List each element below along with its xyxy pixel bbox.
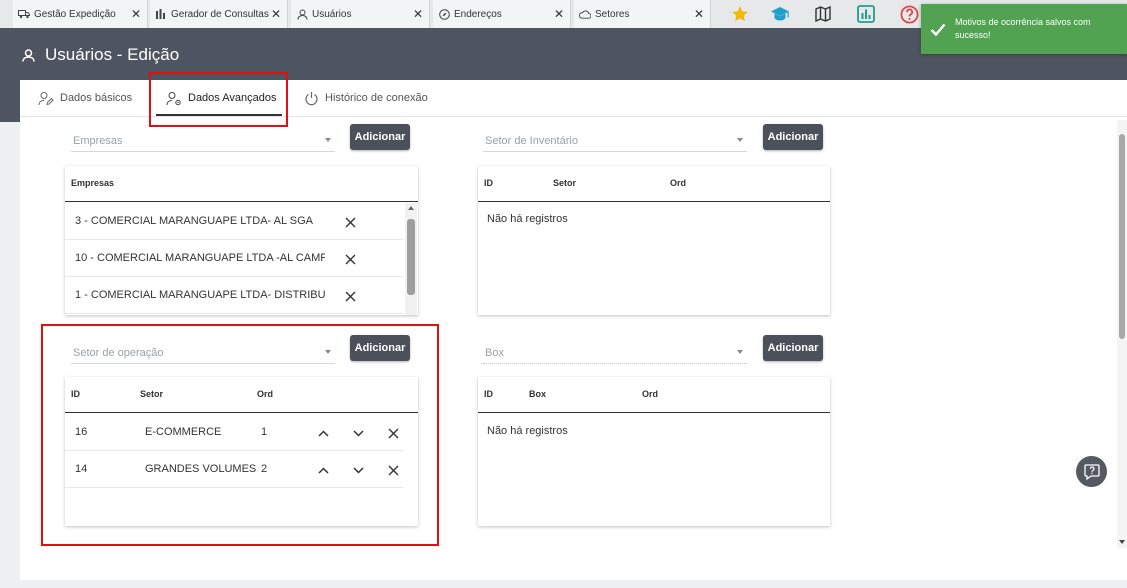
- check-icon: [921, 23, 955, 36]
- toast-line: sucesso!: [955, 30, 991, 40]
- empresas-table: Empresas 3 - COMERCIAL MARANGUAPE LTDA- …: [65, 166, 418, 315]
- user-edit-icon: [38, 91, 54, 105]
- box-table: ID Box Ord Não há registros: [478, 377, 830, 526]
- empresas-placeholder: Empresas: [73, 134, 123, 147]
- tab-label: Gestão Expedição: [34, 8, 116, 20]
- column-header-empresas: Empresas: [71, 178, 115, 188]
- add-box-button[interactable]: Adicionar: [763, 335, 823, 361]
- column-header-ord: Ord: [642, 389, 659, 399]
- highlight-box-tab: [149, 72, 288, 127]
- tab-dados-basicos[interactable]: Dados básicos: [38, 80, 132, 116]
- close-icon[interactable]: ✕: [411, 7, 425, 21]
- empresas-scrollbar[interactable]: [405, 203, 417, 315]
- graduation-cap-icon[interactable]: [769, 3, 791, 25]
- bar-chart-icon: [155, 8, 167, 20]
- scroll-thumb[interactable]: [407, 219, 415, 295]
- tab-usuarios[interactable]: Usuários ✕: [291, 0, 430, 28]
- map-icon[interactable]: [812, 3, 834, 25]
- add-setor-inventario-button[interactable]: Adicionar: [763, 124, 823, 150]
- table-row: 3 - COMERCIAL MARANGUAPE LTDA- AL SGA: [65, 203, 403, 240]
- table-row: 1 - COMERCIAL MARANGUAPE LTDA- DISTRIBUI…: [65, 277, 403, 314]
- remove-icon[interactable]: [342, 251, 358, 267]
- tab-label: Setores: [595, 8, 630, 20]
- success-toast[interactable]: Motivos de ocorrência salvos com sucesso…: [921, 4, 1127, 54]
- column-header-id: ID: [484, 389, 493, 399]
- empresa-name: 10 - COMERCIAL MARANGUAPE LTDA -AL CAMPI…: [75, 252, 325, 264]
- setor-inventario-table: ID Setor Ord Não há registros: [478, 166, 830, 315]
- box-select[interactable]: Box: [483, 342, 747, 364]
- table-header: Empresas: [65, 166, 418, 202]
- empresas-select[interactable]: Empresas: [71, 130, 335, 152]
- compass-icon: [438, 8, 450, 20]
- empresa-name: 3 - COMERCIAL MARANGUAPE LTDA- AL SGA: [75, 215, 313, 227]
- help-icon[interactable]: [898, 3, 920, 25]
- highlight-box-setor-operacao: [41, 324, 439, 546]
- tab-setores[interactable]: Setores ✕: [574, 0, 711, 28]
- scroll-up-icon[interactable]: [408, 206, 414, 210]
- column-header-id: ID: [484, 178, 493, 188]
- toast-line: Motivos de ocorrência salvos com: [955, 17, 1091, 27]
- table-row: 10 - COMERCIAL MARANGUAPE LTDA -AL CAMPI…: [65, 240, 403, 277]
- column-header-setor: Setor: [553, 178, 577, 188]
- page-title-text: Usuários - Edição: [45, 45, 180, 64]
- remove-icon[interactable]: [342, 288, 358, 304]
- chart-icon[interactable]: [855, 3, 877, 25]
- column-header-box: Box: [529, 389, 547, 399]
- tab-gerador-consultas[interactable]: Gerador de Consultas ✕: [150, 0, 288, 28]
- close-icon[interactable]: ✕: [129, 7, 143, 21]
- remove-icon[interactable]: [342, 214, 358, 230]
- tab-label: Dados básicos: [60, 92, 133, 104]
- scroll-thumb[interactable]: [1119, 134, 1125, 339]
- page-scrollbar[interactable]: [1117, 120, 1127, 548]
- setor-inventario-placeholder: Setor de Inventário: [485, 134, 578, 147]
- user-icon: [22, 48, 35, 62]
- tab-gestao-expedicao[interactable]: Gestão Expedição ✕: [13, 0, 148, 28]
- user-icon: [296, 8, 308, 20]
- chevron-down-icon: [737, 138, 743, 142]
- power-icon: [305, 91, 318, 105]
- table-header: ID Box Ord: [478, 377, 830, 413]
- page-title: Usuários - Edição: [22, 45, 179, 65]
- table-header: ID Setor Ord: [478, 166, 830, 202]
- empty-message: Não há registros: [487, 213, 568, 225]
- chevron-down-icon: [737, 350, 743, 354]
- box-placeholder: Box: [485, 346, 504, 359]
- truck-icon: [18, 8, 30, 20]
- cloud-icon: [579, 8, 591, 20]
- close-icon[interactable]: ✕: [552, 7, 566, 21]
- star-icon[interactable]: [729, 3, 751, 25]
- tab-historico-conexao[interactable]: Histórico de conexão: [304, 80, 428, 116]
- tab-label: Endereços: [454, 8, 502, 20]
- tab-enderecos[interactable]: Endereços ✕: [433, 0, 571, 28]
- tab-label: Gerador de Consultas: [171, 8, 269, 20]
- empty-message: Não há registros: [487, 425, 568, 437]
- setor-inventario-select[interactable]: Setor de Inventário: [483, 130, 747, 152]
- empresa-name: 1 - COMERCIAL MARANGUAPE LTDA- DISTRIBUI…: [75, 289, 325, 301]
- column-header-ord: Ord: [670, 178, 687, 188]
- help-chat-icon: [1083, 463, 1100, 480]
- add-empresa-button[interactable]: Adicionar: [350, 124, 410, 150]
- chevron-down-icon: [325, 138, 331, 142]
- close-icon[interactable]: ✕: [269, 7, 283, 21]
- scroll-down-icon[interactable]: [1119, 540, 1125, 544]
- tab-label: Usuários: [312, 8, 352, 20]
- toast-message: Motivos de ocorrência salvos com sucesso…: [955, 16, 1091, 42]
- help-chat-button[interactable]: [1076, 456, 1107, 487]
- close-icon[interactable]: ✕: [692, 7, 706, 21]
- tab-label: Histórico de conexão: [325, 92, 428, 104]
